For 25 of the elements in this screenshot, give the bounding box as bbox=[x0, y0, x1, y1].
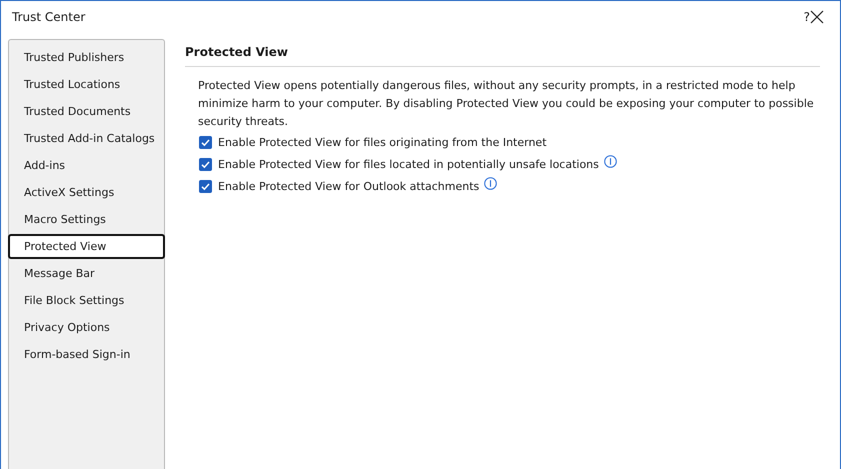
sidebar-item[interactable]: Trusted Documents bbox=[9, 99, 164, 124]
close-icon[interactable] bbox=[810, 10, 824, 24]
option-label[interactable]: Enable Protected View for files originating from the Internet bbox=[218, 136, 547, 148]
sidebar-item[interactable]: File Block Settings bbox=[9, 288, 164, 313]
sidebar-item[interactable]: Macro Settings bbox=[9, 207, 164, 232]
sidebar-item[interactable]: Add-ins bbox=[9, 153, 164, 178]
sidebar-item[interactable]: ActiveX Settings bbox=[9, 180, 164, 205]
checkbox[interactable] bbox=[199, 158, 212, 170]
sidebar-item[interactable]: Form-based Sign-in bbox=[9, 342, 164, 367]
sidebar-item[interactable]: Protected View bbox=[8, 234, 165, 259]
sidebar-item[interactable]: Trusted Locations bbox=[9, 72, 164, 97]
info-icon[interactable] bbox=[484, 176, 498, 190]
description-text: Protected View opens potentially dangerous files, without any security prompts, in a restricted mode to help minimize harm to your computer. By disabling Protected View you could be exposing your computer to possible security threats. bbox=[197, 78, 815, 130]
option-label[interactable]: Enable Protected View for Outlook attachments bbox=[218, 180, 480, 192]
sidebar-item[interactable]: Trusted Add-in Catalogs bbox=[9, 126, 164, 151]
section-heading: Protected View bbox=[185, 45, 290, 61]
option-label[interactable]: Enable Protected View for files located in potentially unsafe locations bbox=[218, 158, 599, 170]
sidebar-item[interactable]: Message Bar bbox=[9, 261, 164, 286]
sidebar-item[interactable]: Privacy Options bbox=[9, 315, 164, 340]
checkbox[interactable] bbox=[199, 180, 212, 192]
checkbox[interactable] bbox=[199, 136, 212, 148]
sidebar-item[interactable]: Trusted Publishers bbox=[9, 45, 164, 70]
window-title: Trust Center bbox=[12, 10, 86, 24]
info-icon[interactable] bbox=[604, 154, 617, 168]
help-button[interactable]: ? bbox=[804, 10, 810, 24]
